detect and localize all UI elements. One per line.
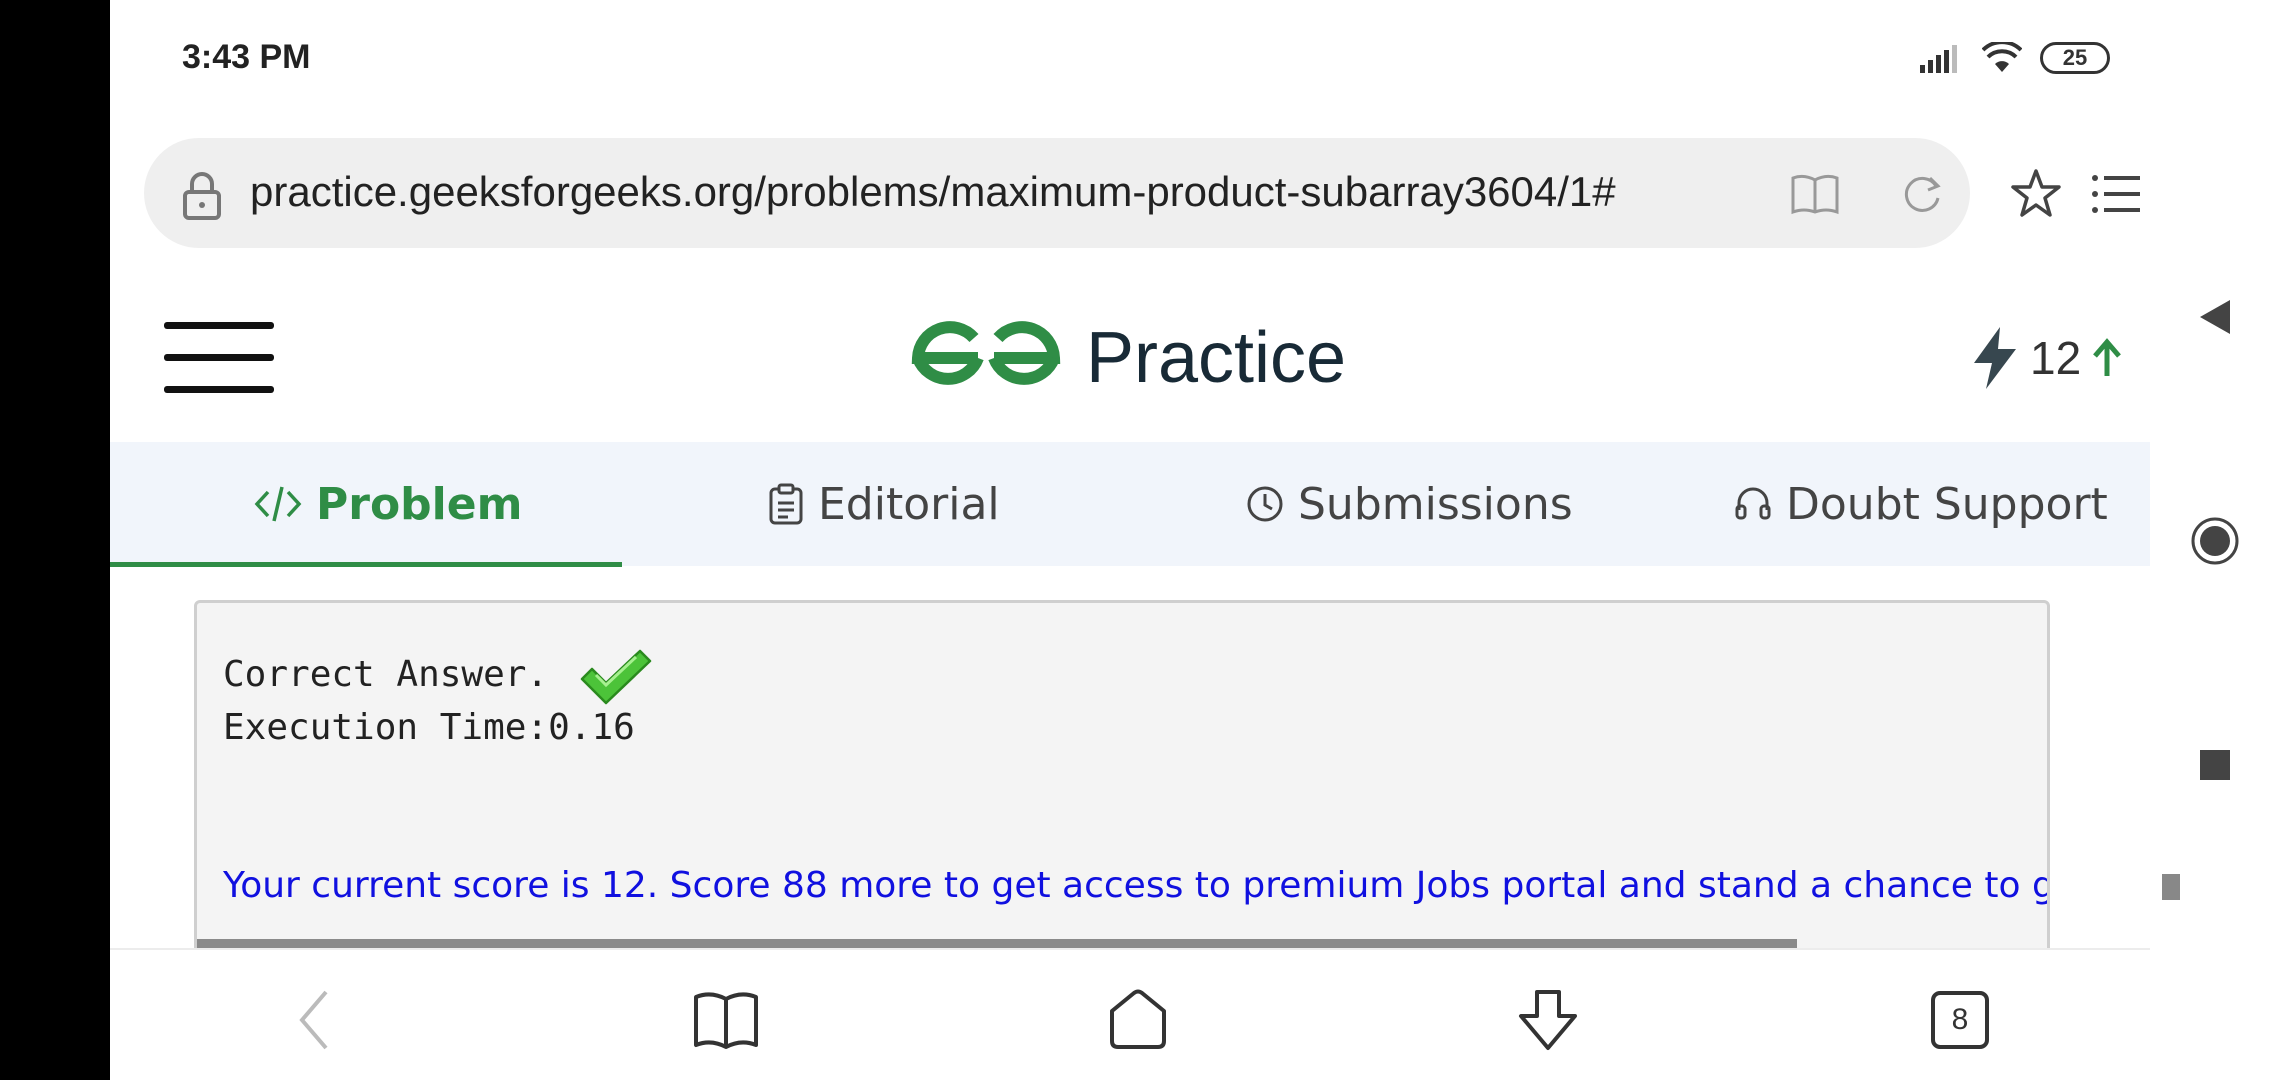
status-time: 3:43 PM [182, 38, 311, 76]
back-button[interactable] [274, 980, 354, 1060]
url-text[interactable]: practice.geeksforgeeks.org/problems/maxi… [250, 168, 1616, 216]
back-icon [299, 990, 328, 1050]
tab-bar: Problem Editorial Submissions Doubt Supp… [110, 442, 2150, 566]
back-triangle-icon [2200, 300, 2230, 334]
hamburger-line [164, 322, 274, 329]
arrow-up-icon [2093, 338, 2122, 376]
reader-mode-icon[interactable] [1790, 172, 1840, 216]
checkmark-icon [580, 649, 652, 705]
wifi-icon [1982, 42, 2022, 72]
hamburger-line [164, 354, 274, 361]
status-icons: 25 [1920, 40, 2110, 76]
menu-list-icon[interactable] [2090, 172, 2142, 216]
battery-icon: 25 [2040, 42, 2110, 74]
gfg-logo-icon [911, 321, 1061, 385]
tab-problem[interactable]: Problem [254, 442, 522, 566]
tabs-button[interactable]: 8 [1920, 980, 2000, 1060]
home-button[interactable] [1098, 980, 1178, 1060]
brand-logo[interactable]: Practice [908, 316, 1346, 400]
score-indicator[interactable]: 12 [1970, 325, 2123, 391]
clock-icon [1247, 486, 1283, 522]
download-button[interactable] [1508, 980, 1588, 1060]
system-home-button[interactable] [2190, 516, 2240, 566]
left-black-bezel [0, 0, 110, 1080]
result-status-text: Correct Answer. [223, 654, 549, 695]
headset-icon [1735, 487, 1771, 520]
brand-name: Practice [1086, 318, 1347, 398]
reload-icon[interactable] [1900, 172, 1944, 216]
system-recents-button[interactable] [2190, 740, 2240, 790]
tab-label: Submissions [1298, 478, 1573, 530]
tab-editorial[interactable]: Editorial [768, 442, 1000, 566]
score-notice[interactable]: Your current score is 12. Score 88 more … [223, 865, 2047, 906]
tab-submissions[interactable]: Submissions [1246, 442, 1573, 566]
active-tab-indicator [110, 562, 622, 567]
page-scroll-indicator [2162, 874, 2180, 900]
tabs-icon: 8 [1931, 991, 1989, 1049]
home-icon [1110, 989, 1166, 1049]
star-icon[interactable] [2010, 168, 2062, 218]
lock-icon [183, 172, 221, 220]
signal-icon [1920, 45, 1957, 73]
tab-label: Editorial [818, 478, 1000, 530]
phone-screen: 3:43 PM 25 practice.geeksforgeeks.org/pr… [110, 0, 2150, 1080]
download-icon [1519, 990, 1577, 1050]
hamburger-menu-button[interactable] [164, 322, 274, 394]
document-icon [769, 483, 803, 525]
lightning-icon [1974, 327, 2016, 389]
recents-square-icon [2200, 750, 2230, 780]
system-nav-bar [2150, 0, 2280, 1080]
execution-time: Execution Time:0.16 [223, 707, 635, 748]
battery-level: 25 [2062, 45, 2088, 70]
tab-label: Doubt Support [1786, 478, 2108, 530]
code-icon [254, 486, 302, 522]
tab-doubt-support[interactable]: Doubt Support [1734, 442, 2108, 566]
score-value: 12 [2030, 332, 2082, 384]
bookmarks-button[interactable] [686, 980, 766, 1060]
bookmarks-icon [694, 992, 758, 1049]
hamburger-line [164, 386, 274, 393]
home-circle-icon [2191, 517, 2239, 565]
tab-label: Problem [316, 478, 523, 530]
browser-bottom-nav: 8 [110, 948, 2150, 1080]
tab-count: 8 [1951, 1003, 1969, 1036]
system-back-button[interactable] [2190, 292, 2240, 342]
result-status: Correct Answer. [223, 647, 652, 705]
